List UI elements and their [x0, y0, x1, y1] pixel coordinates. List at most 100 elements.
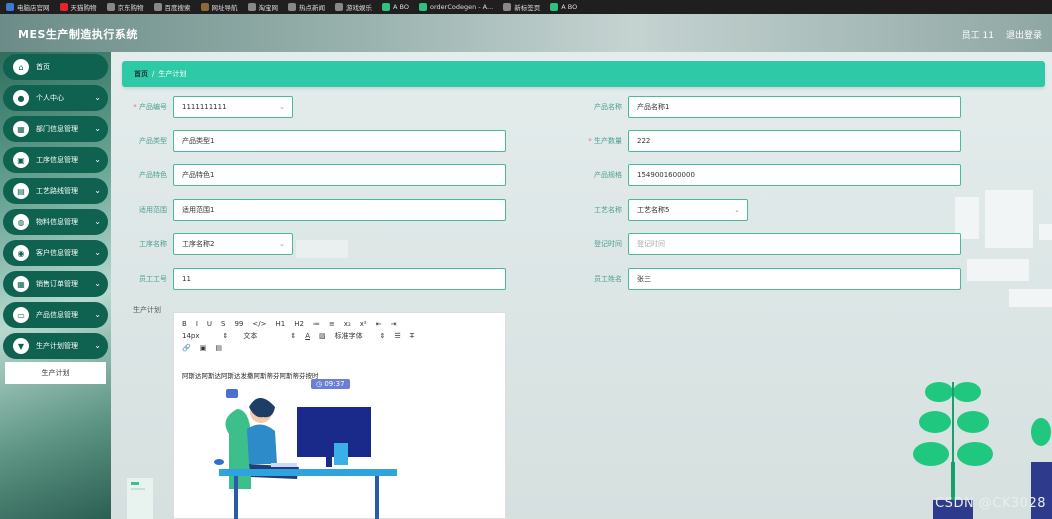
- sidebar-item[interactable]: ● 个人中心 ⌄: [3, 85, 108, 111]
- bookmark-item[interactable]: 京东购物: [106, 2, 144, 12]
- user-area: 员工 11 退出登录: [962, 28, 1042, 41]
- sidebar-item[interactable]: ▭ 产品信息管理 ⌄: [3, 302, 108, 328]
- editor-tool-button[interactable]: </>: [252, 320, 266, 328]
- pin-icon: ▼: [13, 338, 29, 354]
- bookmark-item[interactable]: A BO: [382, 3, 409, 11]
- emp-no-value: 11: [182, 275, 191, 283]
- breadcrumb-separator: /: [152, 70, 155, 78]
- bookmark-favicon-icon: [200, 3, 209, 11]
- bookmark-item[interactable]: 淘宝网: [247, 2, 278, 12]
- bookmark-label: 网址导航: [211, 4, 238, 12]
- bookmark-item[interactable]: 电脑店官网: [6, 2, 50, 12]
- breadcrumb-home[interactable]: 首页: [134, 69, 148, 79]
- chevron-down-icon: ⌄: [94, 279, 101, 288]
- register-time-field: 登记时间 登记时间: [566, 233, 961, 255]
- editor-tool-button[interactable]: x₂: [344, 320, 351, 328]
- chevron-icon: ⇕: [379, 332, 386, 340]
- deco-block: [296, 240, 348, 258]
- sidebar-subitem-production-plan[interactable]: 生产计划: [5, 362, 106, 384]
- editor-tool-button[interactable]: S: [221, 320, 225, 328]
- chevron-icon: ⇕: [222, 332, 229, 340]
- product-name-field: 产品名称 产品名称1: [566, 96, 961, 118]
- text-type-select[interactable]: 文本: [243, 331, 257, 341]
- editor-tool-button[interactable]: ⇤: [376, 320, 382, 328]
- data-icon: ◍: [13, 214, 29, 230]
- sidebar-item[interactable]: ⌂ 首页: [3, 54, 108, 80]
- background-color-icon[interactable]: ▨: [319, 332, 326, 340]
- plan-field-label: 生产计划: [111, 305, 167, 315]
- logout-link[interactable]: 退出登录: [1006, 28, 1042, 41]
- bookmark-item[interactable]: 热点新闻: [288, 2, 325, 12]
- image-icon[interactable]: ▣: [200, 344, 207, 352]
- chevron-down-icon: ⌄: [94, 93, 101, 102]
- chevron-down-icon: ⌄: [94, 155, 101, 164]
- editor-tool-button[interactable]: H1: [275, 320, 285, 328]
- align-icon[interactable]: ☰: [395, 332, 401, 340]
- sidebar-item[interactable]: ▦ 销售订单管理 ⌄: [3, 271, 108, 297]
- product-no-select[interactable]: 1111111111 ⌄: [173, 96, 293, 118]
- emp-name-input[interactable]: 张三: [628, 268, 961, 290]
- craft-name-select[interactable]: 工艺名称5 ⌄: [628, 199, 748, 221]
- sidebar-item[interactable]: ◉ 客户信息管理 ⌄: [3, 240, 108, 266]
- product-no-field: * 产品编号 1111111111 ⌄: [111, 96, 293, 118]
- font-size-select[interactable]: 14px: [182, 332, 200, 340]
- bookmark-label: A BO: [393, 3, 409, 11]
- font-color-icon[interactable]: A: [305, 332, 310, 340]
- sidebar-item[interactable]: ▤ 工艺路线管理 ⌄: [3, 178, 108, 204]
- sidebar-item[interactable]: ▼ 生产计划管理 ⌄: [3, 333, 108, 359]
- editor-tool-button[interactable]: I: [196, 320, 198, 328]
- editor-tool-button[interactable]: U: [207, 320, 212, 328]
- editor-tool-button[interactable]: x²: [360, 320, 367, 328]
- product-name-value: 产品名称1: [637, 103, 670, 111]
- editor-tool-button[interactable]: ≔: [313, 320, 320, 328]
- chart-icon: ▤: [13, 183, 29, 199]
- user-name[interactable]: 员工 11: [962, 28, 994, 41]
- product-type-input[interactable]: 产品类型1: [173, 130, 506, 152]
- rich-text-editor[interactable]: B I U S 99 </> H1 H2 ≔ ≡ x₂ x² ⇤ ⇥ 14px ⇕ 文本 ⇕ A ▨ 标准字体…: [173, 312, 506, 519]
- editor-tool-button[interactable]: ≡: [329, 320, 335, 328]
- editor-tool-button[interactable]: B: [182, 320, 187, 328]
- product-name-input[interactable]: 产品名称1: [628, 96, 961, 118]
- bookmark-item[interactable]: 百度搜索: [153, 2, 191, 12]
- video-icon[interactable]: ▤: [215, 344, 222, 352]
- bookmark-item[interactable]: A BO: [550, 3, 577, 11]
- product-spec-input[interactable]: 1549001600000: [628, 164, 961, 186]
- sidebar-item[interactable]: ▦ 部门信息管理 ⌄: [3, 116, 108, 142]
- scope-value: 适用范围1: [182, 206, 215, 214]
- app-header: MES生产制造执行系统 员工 11 退出登录: [0, 14, 1052, 52]
- home-icon: ⌂: [13, 59, 29, 75]
- bookmark-favicon-icon: [59, 3, 68, 11]
- chevron-down-icon: ⌄: [279, 103, 285, 111]
- product-feature-value: 产品特色1: [182, 171, 215, 179]
- scope-label: 适用范围: [139, 206, 167, 214]
- process-name-select[interactable]: 工序名称2 ⌄: [173, 233, 293, 255]
- editor-tool-button[interactable]: 99: [234, 320, 243, 328]
- editor-tool-button[interactable]: H2: [294, 320, 304, 328]
- bookmark-item[interactable]: 网址导航: [200, 2, 238, 12]
- editor-tool-button[interactable]: ⇥: [391, 320, 397, 328]
- sidebar-item[interactable]: ◍ 物料信息管理 ⌄: [3, 209, 108, 235]
- bag-icon: ▣: [13, 152, 29, 168]
- product-feature-input[interactable]: 产品特色1: [173, 164, 506, 186]
- bookmark-item[interactable]: 游戏娱乐: [335, 2, 372, 12]
- bookmark-favicon-icon: [382, 3, 390, 11]
- product-type-label: 产品类型: [139, 137, 167, 145]
- font-family-select[interactable]: 标准字体: [335, 331, 363, 341]
- bookmark-label: 电脑店官网: [17, 4, 50, 12]
- link-icon[interactable]: 🔗: [182, 344, 191, 352]
- sidebar-item-label: 个人中心: [36, 94, 64, 102]
- register-time-input[interactable]: 登记时间: [628, 233, 961, 255]
- product-spec-label: 产品规格: [594, 171, 622, 179]
- bookmarks-bar: 电脑店官网 天猫购物 京东购物 百度搜索 网址导航 淘宝网 热点新闻 游戏娱乐 A BO orde…: [0, 0, 1052, 14]
- product-spec-value: 1549001600000: [637, 171, 695, 179]
- deco-block: [967, 259, 1029, 281]
- emp-no-input[interactable]: 11: [173, 268, 506, 290]
- quantity-input[interactable]: 222: [628, 130, 961, 152]
- bookmark-item[interactable]: 新标签页: [503, 2, 540, 12]
- clear-format-icon[interactable]: T̶: [410, 332, 414, 340]
- sidebar-item[interactable]: ▣ 工序信息管理 ⌄: [3, 147, 108, 173]
- chat-bubble-icon: [226, 389, 238, 398]
- bookmark-item[interactable]: orderCodegen - A...: [418, 3, 493, 11]
- bookmark-item[interactable]: 天猫购物: [59, 2, 97, 12]
- scope-input[interactable]: 适用范围1: [173, 199, 506, 221]
